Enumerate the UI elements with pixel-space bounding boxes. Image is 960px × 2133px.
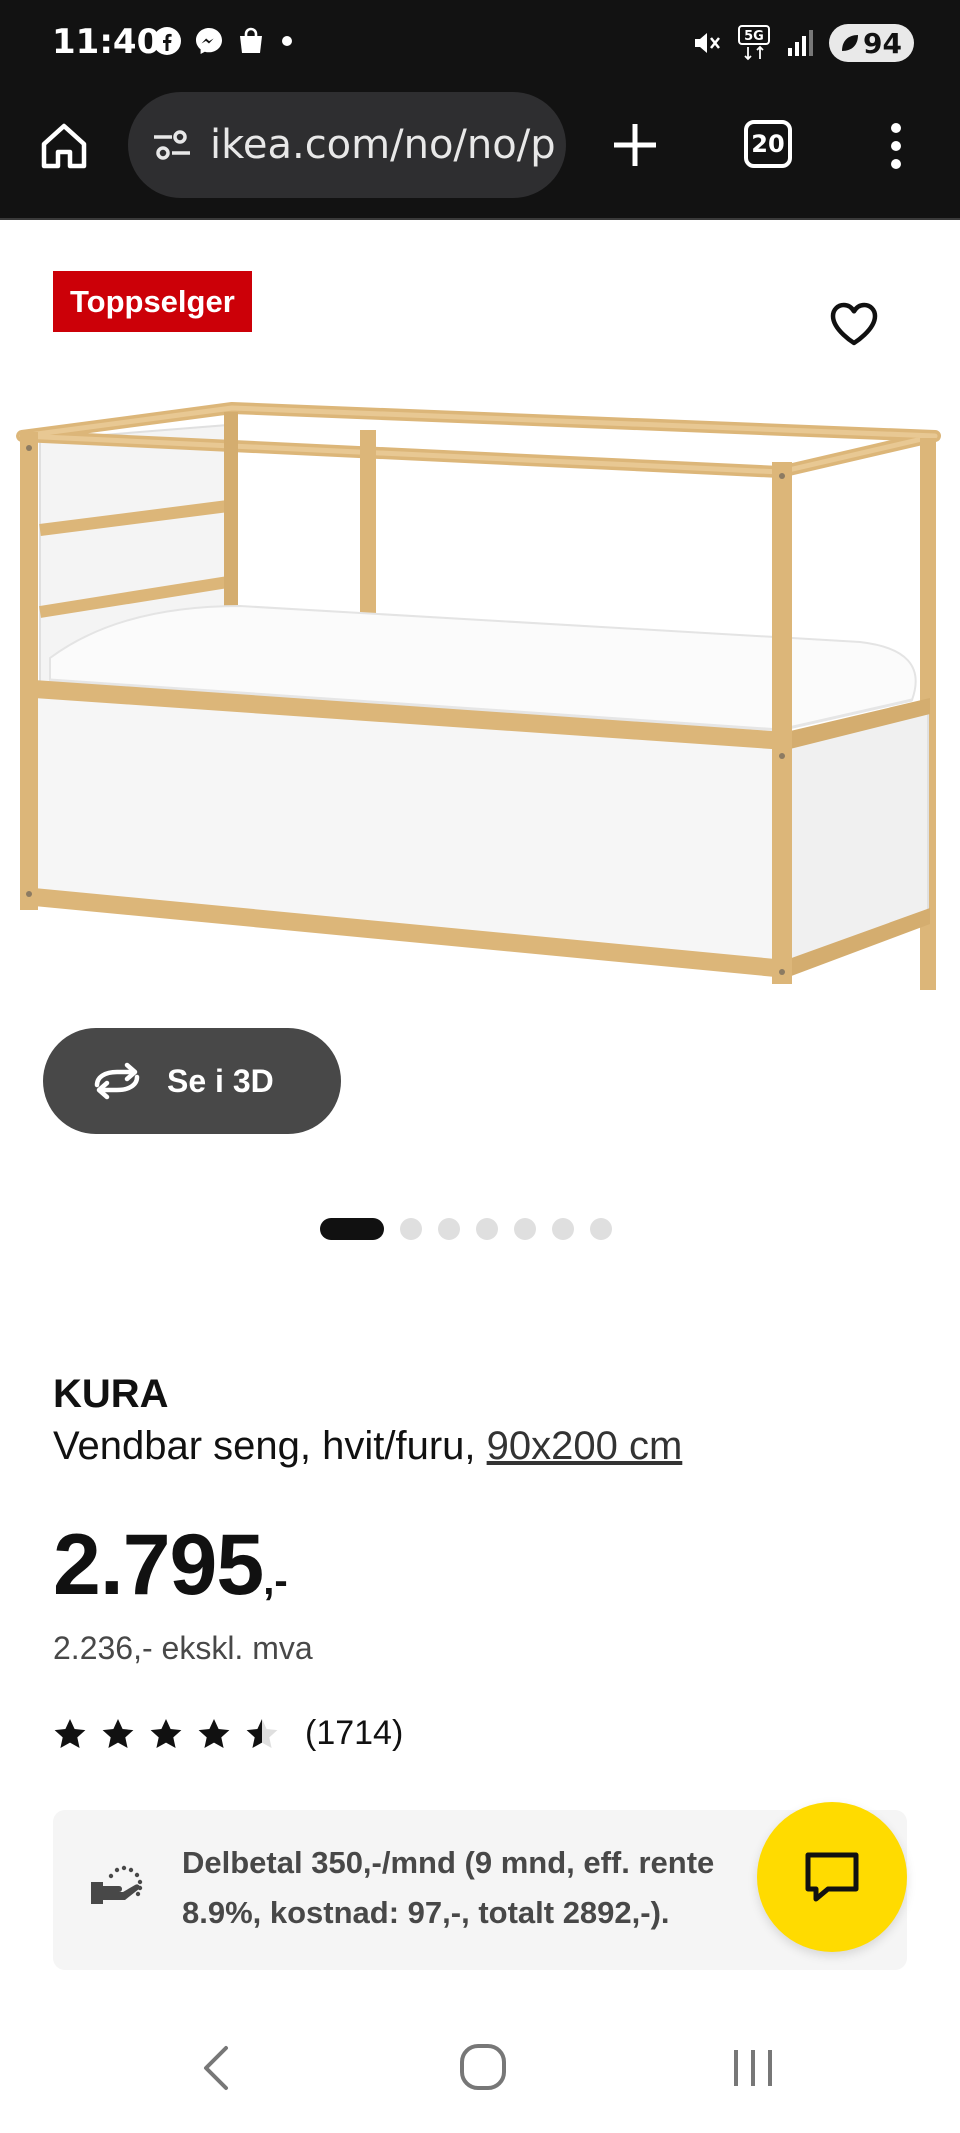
carousel-dot[interactable] [438, 1218, 460, 1240]
product-description: Vendbar seng, hvit/furu, 90x200 cm [53, 1424, 682, 1469]
recent-apps-icon[interactable] [730, 2046, 776, 2090]
more-options-icon[interactable] [876, 118, 916, 174]
chat-button[interactable] [757, 1802, 907, 1952]
product-image[interactable] [0, 380, 960, 1020]
star-icon [54, 1718, 86, 1748]
plus-icon[interactable] [608, 118, 662, 172]
star-icon [198, 1718, 230, 1748]
shopping-bag-icon [240, 27, 262, 53]
installment-icon [91, 1865, 143, 1904]
chat-bubble-icon [805, 1852, 859, 1902]
size-link[interactable]: 90x200 cm [487, 1424, 683, 1468]
mute-vibrate-icon [695, 33, 721, 53]
product-price: 2.795 ,- [53, 1516, 288, 1615]
star-icon [102, 1718, 134, 1748]
rotate-3d-icon [94, 1062, 140, 1100]
product-name: KURA [53, 1372, 169, 1416]
tab-switcher-button[interactable]: 20 [744, 120, 792, 168]
site-settings-icon[interactable] [150, 123, 194, 167]
battery-level: 94 [863, 26, 902, 60]
messenger-icon [196, 28, 222, 54]
home-icon[interactable] [36, 118, 92, 174]
see-in-3d-button[interactable]: Se i 3D [43, 1028, 341, 1134]
svg-text:5G: 5G [744, 29, 764, 44]
see-in-3d-label: Se i 3D [167, 1062, 274, 1099]
dot-icon [282, 36, 292, 46]
rating-count: (1714) [305, 1714, 404, 1752]
carousel-dot[interactable] [400, 1218, 422, 1240]
top-seller-badge: Toppselger [53, 271, 252, 332]
price-suffix: ,- [263, 1559, 288, 1603]
rating-stars [53, 1717, 279, 1751]
product-rating[interactable]: (1714) [53, 1714, 403, 1753]
system-status-icons: 5G 94 [689, 24, 914, 62]
notification-icons [152, 26, 296, 56]
carousel-dot[interactable] [514, 1218, 536, 1240]
home-nav-icon[interactable] [458, 2042, 508, 2092]
star-icon [246, 1718, 278, 1748]
price-amount: 2.795 [53, 1517, 264, 1613]
signal-icon [788, 30, 814, 56]
status-bar: 11:40 5G 94 [0, 0, 960, 88]
carousel-dot[interactable] [590, 1218, 612, 1240]
url-text: ikea.com/no/no/p [210, 122, 556, 168]
price-excl-vat: 2.236,- ekskl. mva [53, 1630, 313, 1666]
leaf-icon [842, 35, 859, 51]
product-description-text: Vendbar seng, hvit/furu, [53, 1424, 487, 1468]
image-carousel-indicator[interactable] [320, 1218, 612, 1240]
carousel-dot[interactable] [476, 1218, 498, 1240]
carousel-dot[interactable] [552, 1218, 574, 1240]
system-navigation-bar [0, 2020, 960, 2133]
battery-indicator: 94 [829, 24, 914, 62]
browser-toolbar: ikea.com/no/no/p 20 [0, 88, 960, 220]
star-icon [150, 1718, 182, 1748]
status-time: 11:40 [52, 22, 161, 62]
5g-icon: 5G [738, 25, 771, 61]
facebook-icon [153, 27, 181, 55]
back-icon[interactable] [196, 2044, 236, 2092]
address-bar[interactable]: ikea.com/no/no/p [128, 92, 566, 198]
carousel-dot[interactable] [320, 1218, 384, 1240]
heart-icon[interactable] [826, 296, 882, 352]
